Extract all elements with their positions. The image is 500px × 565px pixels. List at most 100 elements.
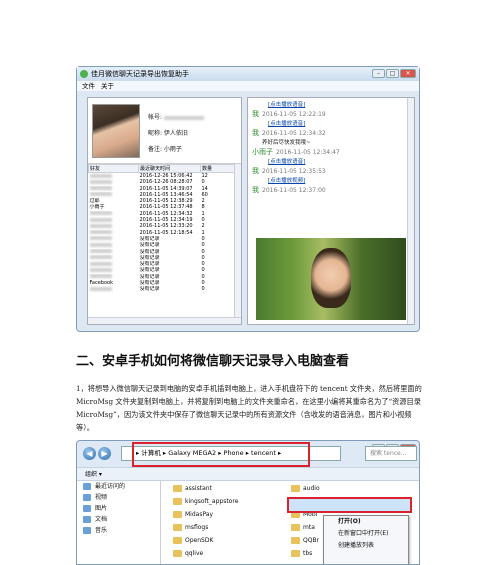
minimize-button[interactable]: – xyxy=(372,69,385,78)
chat-sender: 我 2016-11-05 12:22:19 xyxy=(248,109,414,120)
app-window: 佳月微信聊天记录导出恢复助手 – □ ✕ 文件 关于 帐号: 昵称: 伊人依旧 … xyxy=(76,66,420,332)
explorer-window: – □ ✕ ◀ ▶ ▸ 计算机 ▸ Galaxy MEGA2 ▸ Phone ▸… xyxy=(76,440,420,565)
folder-item[interactable]: QQBr xyxy=(291,535,319,546)
chat-photo xyxy=(256,238,406,320)
folder-item[interactable]: audio xyxy=(291,483,320,494)
friend-last-time: 2016-11-05 12:33:20 xyxy=(139,223,193,230)
folder-icon xyxy=(83,505,91,512)
forward-icon[interactable]: ▶ xyxy=(98,447,111,460)
remark-label: 备注: 小雨子 xyxy=(148,146,182,153)
folder-icon xyxy=(173,550,182,557)
folder-icon xyxy=(83,494,91,501)
article-paragraph: 1，将想导入微信聊天记录到电脑的安卓手机插到电脑上，进入手机盘符下的 tence… xyxy=(76,384,422,432)
menu-bar: 文件 关于 xyxy=(77,81,419,91)
folder-icon xyxy=(291,485,300,492)
folder-name: OpenSDK xyxy=(185,537,214,544)
chat-text: 养好后尽快发我哦~ xyxy=(262,140,311,146)
friend-last-time: 2016-12-26 08:28:07 xyxy=(139,179,193,186)
sender-name: 小雨子 xyxy=(252,148,273,156)
table-row[interactable]: 2016-12-26 15:06:42 12 xyxy=(89,173,241,180)
folder-item[interactable]: qqlive xyxy=(173,548,203,559)
friend-vscroll[interactable] xyxy=(234,164,241,318)
profile-card: 帐号: 昵称: 伊人依旧 备注: 小雨子 xyxy=(88,98,241,164)
folder-item[interactable]: assistant xyxy=(173,483,212,494)
context-menu: 打开(O) 在新窗口中打开(E) 创建播放列表 xyxy=(323,515,409,564)
folder-icon xyxy=(291,550,300,557)
folder-icon xyxy=(173,511,182,518)
folder-icon xyxy=(83,516,91,523)
friend-last-time: 2016-12-26 15:06:42 xyxy=(139,173,193,179)
folder-icon xyxy=(173,524,182,531)
context-menu-item[interactable]: 在新窗口中打开(E) xyxy=(324,528,408,540)
avatar xyxy=(92,104,140,158)
folder-name: audio xyxy=(303,485,320,492)
folder-icon xyxy=(83,527,91,534)
chat-timestamp: 2016-11-05 12:34:32 xyxy=(262,130,326,137)
folder-icon xyxy=(83,483,91,490)
folder-item[interactable]: OpenSDK xyxy=(173,535,213,546)
folder-name: tbs xyxy=(303,550,313,557)
app-icon xyxy=(80,70,88,78)
chat-sender: 我 2016-11-05 12:34:32 xyxy=(248,128,414,139)
chat-media-link[interactable]: [点击播放语音] xyxy=(268,158,414,166)
folder-item[interactable]: tbs xyxy=(291,548,312,559)
chat-media-link[interactable]: [点击播放语音] xyxy=(268,120,414,128)
context-menu-item[interactable]: 创建播放列表 xyxy=(324,540,408,552)
nav-item-label: 视频 xyxy=(95,494,108,501)
folder-name: mta xyxy=(303,524,315,531)
nav-item[interactable]: 音乐 xyxy=(77,525,160,536)
chat-vscroll[interactable] xyxy=(407,98,414,324)
close-button[interactable]: ✕ xyxy=(400,69,416,78)
folder-name: kingsoft_appstore xyxy=(185,498,239,505)
folder-icon xyxy=(173,537,182,544)
nav-item[interactable]: 视频 xyxy=(77,492,160,503)
toolbar: 组织 ▾ xyxy=(77,467,419,481)
nav-item-label: 文档 xyxy=(95,516,108,523)
chat-panel: [点击播放语音] 我 2016-11-05 12:22:19 [点击播放语音] 我 201… xyxy=(247,97,415,325)
back-icon[interactable]: ◀ xyxy=(83,447,96,460)
friend-last-time: 没有记录 xyxy=(139,286,160,293)
friend-last-time: 2016-11-05 14:39:07 xyxy=(139,185,193,192)
title-bar: 佳月微信聊天记录导出恢复助手 – □ ✕ xyxy=(77,67,419,81)
folder-item[interactable]: msflogs xyxy=(173,522,208,533)
folder-item[interactable]: mta xyxy=(291,522,315,533)
chat-media-link[interactable]: [点击播放视频] xyxy=(268,177,414,185)
friend-name xyxy=(89,173,139,180)
nav-item[interactable]: 最近访问的 xyxy=(77,481,160,492)
search-input[interactable]: 搜索 tence... xyxy=(365,446,417,461)
friend-table: 好友 最近聊天时间 数量 2016-12-26 15:06:42 12 2016-1… xyxy=(88,164,241,293)
sender-name: 我 xyxy=(252,110,259,118)
chat-sender: 小雨子 2016-11-05 12:34:47 xyxy=(248,147,414,158)
folder-item[interactable]: kingsoft_appstore xyxy=(173,496,238,507)
friend-name xyxy=(89,286,139,292)
chat-timestamp: 2016-11-05 12:37:00 xyxy=(262,187,326,194)
nickname-label: 昵称: 伊人依旧 xyxy=(148,130,188,137)
nav-item-label: 音乐 xyxy=(95,527,108,534)
nav-item-label: 最近访问的 xyxy=(95,483,126,490)
nav-item[interactable]: 图片 xyxy=(77,503,160,514)
col-last-chat[interactable]: 最近聊天时间 xyxy=(138,164,201,173)
menu-file[interactable]: 文件 xyxy=(82,81,95,91)
context-menu-item[interactable]: 打开(O) xyxy=(324,516,408,528)
organize-button[interactable]: 组织 ▾ xyxy=(85,471,102,478)
maximize-button[interactable]: □ xyxy=(386,69,399,78)
folder-name: assistant xyxy=(185,485,212,492)
col-friend[interactable]: 好友 xyxy=(88,164,139,173)
table-row[interactable]: 没有记录 0 xyxy=(89,286,241,292)
folder-name: QQBr xyxy=(303,537,320,544)
folder-icon xyxy=(173,485,182,492)
chat-media-link[interactable]: [点击播放语音] xyxy=(268,101,414,109)
menu-about[interactable]: 关于 xyxy=(101,81,114,91)
account-label: 帐号: xyxy=(148,112,204,121)
nav-item[interactable]: 文档 xyxy=(77,514,160,525)
chat-timestamp: 2016-11-05 12:22:19 xyxy=(262,111,326,118)
folder-name: qqlive xyxy=(185,550,204,557)
nav-pane: 最近访问的视频图片文档音乐 xyxy=(77,481,161,564)
sender-name: 我 xyxy=(252,129,259,137)
article-heading: 二、安卓手机如何将微信聊天记录导入电脑查看 xyxy=(76,354,350,369)
folder-item[interactable]: MidasPay xyxy=(173,509,213,520)
friend-last-time: 2016-11-05 12:37:48 xyxy=(139,204,193,211)
folder-icon xyxy=(291,537,300,544)
friend-hscroll[interactable] xyxy=(88,317,241,324)
chat-timestamp: 2016-11-05 12:35:53 xyxy=(262,168,326,175)
